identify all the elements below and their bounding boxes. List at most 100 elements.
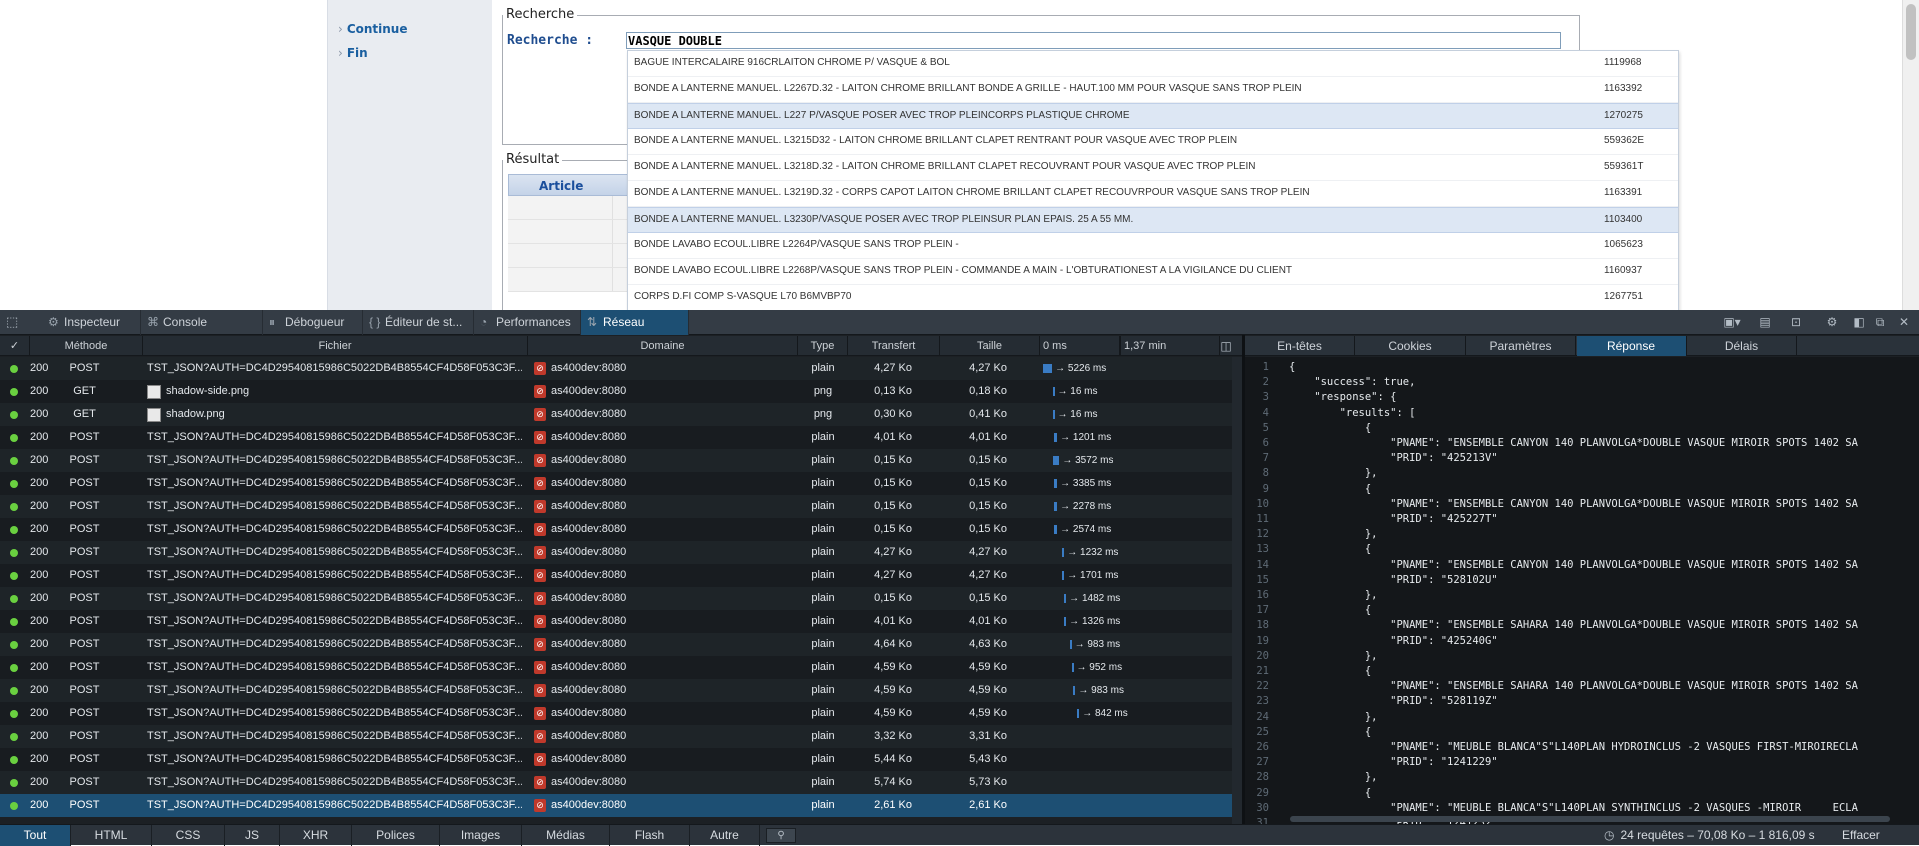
filter-button[interactable]: Flash [610, 825, 690, 846]
table-row[interactable] [508, 220, 628, 244]
filter-button[interactable]: XHR [280, 825, 352, 846]
search-input[interactable] [626, 32, 1561, 49]
filter-button[interactable]: Autre [690, 825, 760, 846]
table-row[interactable] [508, 196, 628, 220]
fin-link[interactable]: › Fin [338, 46, 368, 60]
tab-pause[interactable]: ⏸ Débogueur [263, 310, 363, 335]
autocomplete-item[interactable]: BONDE A LANTERNE MANUEL. L3218D.32 - LAI… [628, 155, 1678, 181]
request-row[interactable]: 200 POST TST_JSON?AUTH=DC4D29540815986C502… [0, 748, 1242, 771]
column-type[interactable]: Type [798, 336, 848, 356]
status-dot-icon [10, 641, 18, 649]
code-text: { [1289, 725, 1372, 738]
tab-network[interactable]: ⇅ Réseau [581, 310, 689, 335]
detail-tab-item[interactable]: En-têtes [1245, 336, 1355, 356]
request-row[interactable]: 200 POST TST_JSON?AUTH=DC4D29540815986C502… [0, 587, 1242, 610]
request-row[interactable]: 200 POST TST_JSON?AUTH=DC4D29540815986C502… [0, 725, 1242, 748]
layout-menu-icon[interactable]: ▣▾ [1720, 314, 1744, 330]
gauge-icon: ◔ [480, 315, 488, 329]
column-domain[interactable]: Domaine [528, 336, 798, 356]
request-row[interactable]: 200 POST TST_JSON?AUTH=DC4D29540815986C502… [0, 679, 1242, 702]
tab-braces[interactable]: { } Éditeur de st... [363, 310, 474, 335]
filter-button[interactable]: JS [225, 825, 280, 846]
element-picker-icon[interactable]: ⬚ [6, 314, 22, 330]
request-row[interactable]: 200 POST TST_JSON?AUTH=DC4D29540815986C502… [0, 702, 1242, 725]
screenshot-icon[interactable]: ▤ [1757, 314, 1773, 330]
filter-button[interactable]: HTML [71, 825, 152, 846]
request-row[interactable]: 200 POST TST_JSON?AUTH=DC4D29540815986C502… [0, 633, 1242, 656]
column-transfer[interactable]: Transfert [848, 336, 940, 356]
request-row[interactable]: 200 POST TST_JSON?AUTH=DC4D29540815986C502… [0, 610, 1242, 633]
autocomplete-item[interactable]: BAGUE INTERCALAIRE 916CRLAITON CHROME P/… [628, 51, 1678, 77]
detail-tab-item[interactable]: Délais [1687, 336, 1797, 356]
request-row[interactable]: 200 POST TST_JSON?AUTH=DC4D29540815986C502… [0, 794, 1242, 817]
autocomplete-item[interactable]: BONDE A LANTERNE MANUEL. L3215D32 - LAIT… [628, 129, 1678, 155]
line-number: 16 [1256, 589, 1269, 601]
request-size: 0,15 Ko [969, 454, 1007, 466]
filter-button[interactable]: Médias [522, 825, 610, 846]
request-list-scrollbar[interactable] [1232, 357, 1242, 827]
tab-console[interactable]: ⌘ Console [141, 310, 263, 335]
autocomplete-item-code: 1160937 [1604, 265, 1643, 276]
autocomplete-item[interactable]: BONDE A LANTERNE MANUEL. L3230P/VASQUE P… [628, 207, 1678, 233]
line-number: 26 [1256, 741, 1269, 753]
request-row[interactable]: 200 POST TST_JSON?AUTH=DC4D29540815986C502… [0, 357, 1242, 380]
responsive-icon[interactable]: ⊡ [1788, 314, 1804, 330]
tab-gear[interactable]: ⚙ Inspecteur [42, 310, 141, 335]
autocomplete-item[interactable]: BONDE A LANTERNE MANUEL. L3219D.32 - COR… [628, 181, 1678, 207]
domain-security-icon: ⊘ [534, 684, 546, 697]
waterfall-bar [1063, 594, 1067, 603]
table-row[interactable] [508, 244, 628, 268]
code-line: 29 { [1245, 786, 1919, 801]
autocomplete-item-text: BONDE A LANTERNE MANUEL. L3215D32 - LAIT… [634, 135, 1238, 146]
undock-icon[interactable]: ⧉ [1872, 314, 1888, 330]
column-file[interactable]: Fichier [143, 336, 528, 356]
close-icon[interactable]: ✕ [1896, 314, 1912, 330]
status-dot-icon [10, 526, 18, 534]
page-scrollbar[interactable] [1902, 0, 1919, 310]
column-method[interactable]: Méthode [30, 336, 143, 356]
clear-button[interactable]: Effacer [1842, 825, 1880, 846]
request-file: TST_JSON?AUTH=DC4D29540815986C5022DB4B85… [147, 799, 522, 811]
waterfall-toggle-icon[interactable]: ◫ [1218, 338, 1234, 354]
search-icon[interactable]: ⚲ [766, 828, 796, 843]
request-size: 0,41 Ko [969, 408, 1007, 420]
filter-button[interactable]: Polices [352, 825, 440, 846]
request-row[interactable]: 200 POST TST_JSON?AUTH=DC4D29540815986C502… [0, 656, 1242, 679]
request-row[interactable]: 200 POST TST_JSON?AUTH=DC4D29540815986C502… [0, 518, 1242, 541]
dock-side-icon[interactable]: ◧ [1851, 314, 1867, 330]
request-row[interactable]: 200 POST TST_JSON?AUTH=DC4D29540815986C502… [0, 426, 1242, 449]
autocomplete-item[interactable]: BONDE LAVABO ECOUL.LIBRE L2264P/VASQUE S… [628, 233, 1678, 259]
tab-gauge[interactable]: ◔ Performances [474, 310, 581, 335]
column-size[interactable]: Taille [940, 336, 1040, 356]
request-row[interactable]: 200 POST TST_JSON?AUTH=DC4D29540815986C502… [0, 541, 1242, 564]
response-horizontal-scrollbar[interactable] [1290, 816, 1890, 822]
column-header-article[interactable]: Article [508, 174, 628, 196]
status-code: 200 [30, 569, 49, 581]
autocomplete-item[interactable]: BONDE A LANTERNE MANUEL. L227 P/VASQUE P… [628, 103, 1678, 129]
request-row[interactable]: 200 GET shadow.png ⊘ as400dev:8080 png 0,30 Ko… [0, 403, 1242, 426]
autocomplete-item[interactable]: BONDE LAVABO ECOUL.LIBRE L2268P/VASQUE S… [628, 259, 1678, 285]
filter-button[interactable]: Tout [0, 825, 71, 846]
table-row[interactable] [508, 268, 628, 292]
detail-tab-item[interactable]: Paramètres [1466, 336, 1576, 356]
continue-link[interactable]: › Continue [338, 22, 407, 36]
filter-button[interactable]: CSS [152, 825, 225, 846]
request-row[interactable]: 200 GET shadow-side.png ⊘ as400dev:8080 png 0,… [0, 380, 1242, 403]
detail-tab-item[interactable]: Cookies [1356, 336, 1466, 356]
column-status[interactable]: ✓ [0, 336, 30, 356]
gear-icon[interactable]: ⚙ [1824, 314, 1840, 330]
domain-security-icon: ⊘ [534, 477, 546, 490]
autocomplete-item[interactable]: CORPS D.FI COMP S-VASQUE L70 B6MVBP70 126… [628, 285, 1678, 310]
scrollbar-thumb[interactable] [1906, 4, 1916, 60]
autocomplete-item[interactable]: BONDE A LANTERNE MANUEL. L2267D.32 - LAI… [628, 77, 1678, 103]
request-timing: → 1326 ms [1069, 616, 1121, 627]
request-row[interactable]: 200 POST TST_JSON?AUTH=DC4D29540815986C502… [0, 771, 1242, 794]
detail-tab-item[interactable]: Réponse [1576, 336, 1687, 356]
request-row[interactable]: 200 POST TST_JSON?AUTH=DC4D29540815986C502… [0, 472, 1242, 495]
request-type: plain [811, 638, 835, 650]
request-row[interactable]: 200 POST TST_JSON?AUTH=DC4D29540815986C502… [0, 564, 1242, 587]
request-row[interactable]: 200 POST TST_JSON?AUTH=DC4D29540815986C502… [0, 495, 1242, 518]
request-row[interactable]: 200 POST TST_JSON?AUTH=DC4D29540815986C502… [0, 449, 1242, 472]
filter-button[interactable]: Images [440, 825, 522, 846]
request-size: 4,01 Ko [969, 615, 1007, 627]
